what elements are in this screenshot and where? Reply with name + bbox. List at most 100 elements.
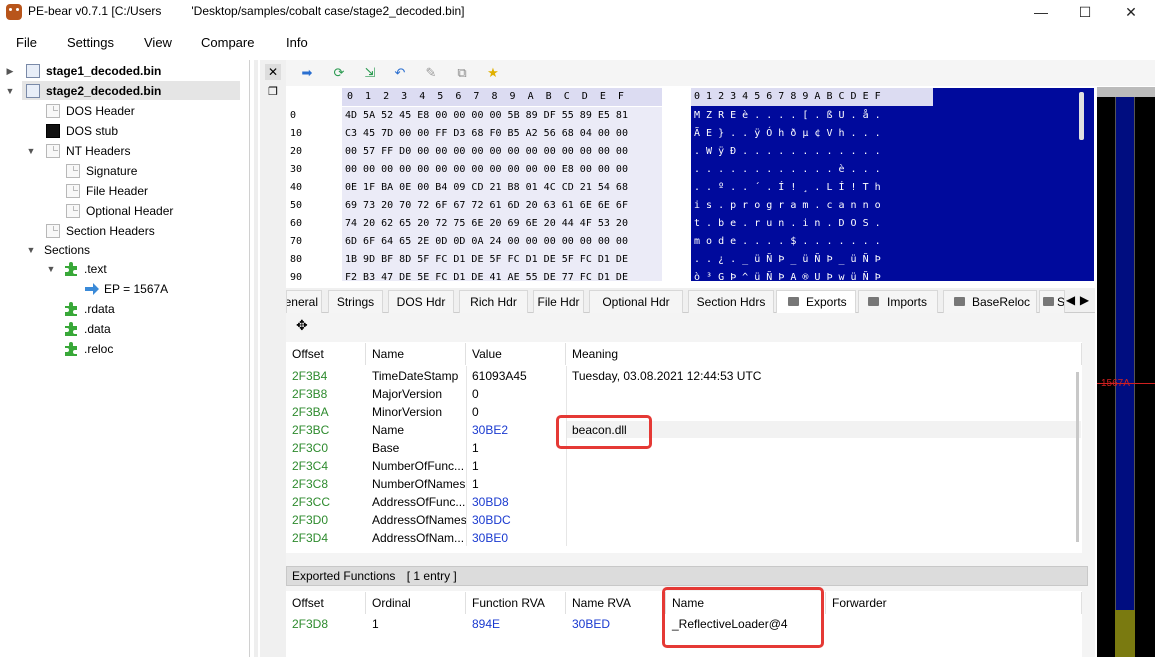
cell-field-name[interactable]: AddressOfNam... <box>366 529 466 547</box>
tab-scroll-left-icon[interactable]: ◀ <box>1064 291 1077 309</box>
cell-meaning[interactable] <box>566 385 1066 403</box>
cell-offset[interactable]: 2F3BA <box>286 403 366 421</box>
cell-meaning[interactable]: Tuesday, 03.08.2021 12:44:53 UTC <box>566 367 1066 385</box>
ascii-row[interactable]: . . º . . ´ . Í ! ¸ . L Í ! T h <box>694 179 1089 197</box>
cell-field-name[interactable]: AddressOfFunc... <box>366 493 466 511</box>
cell-ordinal[interactable]: 1 <box>366 615 466 633</box>
column-header[interactable]: Name RVA <box>566 592 666 614</box>
column-header[interactable]: Offset <box>286 343 366 365</box>
hex-scrollbar[interactable] <box>1079 92 1084 140</box>
ascii-row[interactable]: M Z R E è . . . . [ . ß U . å . <box>694 107 1089 125</box>
hex-row[interactable]: C3 45 7D 00 00 FF D3 68 F0 B5 A2 56 68 0… <box>342 125 662 143</box>
cell-function-rva[interactable]: 894E <box>466 615 566 633</box>
table-scrollbar[interactable] <box>1076 372 1079 542</box>
menu-view[interactable]: View <box>144 35 172 50</box>
ascii-view[interactable]: 0 1 2 3 4 5 6 7 8 9 A B C D E F M Z R E … <box>691 88 1094 281</box>
cell-offset[interactable]: 2F3C8 <box>286 475 366 493</box>
hex-row[interactable]: 00 57 FF D0 00 00 00 00 00 00 00 00 00 0… <box>342 143 662 161</box>
cell-value[interactable]: 30BDC <box>466 511 566 529</box>
cell-field-name[interactable]: Name <box>366 421 466 439</box>
cell-field-name[interactable]: MinorVersion <box>366 403 466 421</box>
tab-file-hdr[interactable]: File Hdr <box>533 290 584 313</box>
cell-meaning[interactable] <box>566 529 1066 547</box>
tab-more[interactable]: Sec <box>1039 290 1065 313</box>
cell-value[interactable]: 0 <box>466 403 566 421</box>
tab-exports[interactable]: Exports <box>776 290 856 314</box>
ascii-row[interactable]: . W ÿ Ð . . . . . . . . . . . . <box>694 143 1089 161</box>
close-panel-icon[interactable]: ✕ <box>265 64 281 80</box>
hex-row[interactable]: 0E 1F BA 0E 00 B4 09 CD 21 B8 01 4C CD 2… <box>342 179 662 197</box>
cell-forwarder[interactable] <box>826 615 1026 633</box>
cell-offset[interactable]: 2F3C4 <box>286 457 366 475</box>
column-header[interactable]: Forwarder <box>826 592 1082 614</box>
tab-section-hdrs[interactable]: Section Hdrs <box>688 290 774 313</box>
tab-general[interactable]: General <box>286 290 322 313</box>
cell-meaning[interactable] <box>566 457 1066 475</box>
undo-icon[interactable]: ↶ <box>391 64 409 82</box>
minimize-button[interactable]: — <box>1018 0 1064 26</box>
cell-offset[interactable]: 2F3D4 <box>286 529 366 547</box>
collapse-arrow-icon[interactable]: ▼ <box>5 81 15 101</box>
column-header[interactable]: Function RVA <box>466 592 566 614</box>
ascii-row[interactable]: . . . . . . . . . . . . è . . . <box>694 161 1089 179</box>
cell-value[interactable]: 30BE2 <box>466 421 566 439</box>
cell-meaning[interactable] <box>566 493 1066 511</box>
tab-strings[interactable]: Strings <box>328 290 383 313</box>
copy-icon[interactable]: ⧉ <box>453 64 471 82</box>
cell-offset[interactable]: 2F3B8 <box>286 385 366 403</box>
cell-value[interactable]: 1 <box>466 475 566 493</box>
cell-offset[interactable]: 2F3CC <box>286 493 366 511</box>
ascii-row[interactable]: m o d e . . . . $ . . . . . . . <box>694 233 1089 251</box>
collapse-arrow-icon[interactable]: ▼ <box>46 259 56 279</box>
expand-arrow-icon[interactable]: ▶ <box>5 61 15 81</box>
hex-row[interactable]: 4D 5A 52 45 E8 00 00 00 00 5B 89 DF 55 8… <box>342 107 662 125</box>
hex-row[interactable]: 69 73 20 70 72 6F 67 72 61 6D 20 63 61 6… <box>342 197 662 215</box>
hex-row[interactable]: 1B 9D BF 8D 5F FC D1 DE 5F FC D1 DE 5F F… <box>342 251 662 269</box>
file-overview-bar[interactable]: 1567A <box>1097 87 1155 657</box>
float-panel-icon[interactable]: ❐ <box>265 84 281 100</box>
menu-info[interactable]: Info <box>286 35 308 50</box>
tab-imports[interactable]: Imports <box>858 290 938 313</box>
hex-row[interactable]: 6D 6F 64 65 2E 0D 0D 0A 24 00 00 00 00 0… <box>342 233 662 251</box>
menu-compare[interactable]: Compare <box>201 35 254 50</box>
cell-name-rva[interactable]: 30BED <box>566 615 666 633</box>
cell-offset[interactable]: 2F3D0 <box>286 511 366 529</box>
ascii-row[interactable]: Ã E } . . ÿ Ó h ð µ ¢ V h . . . <box>694 125 1089 143</box>
hex-row[interactable]: 00 00 00 00 00 00 00 00 00 00 00 00 E8 0… <box>342 161 662 179</box>
column-header[interactable]: Value <box>466 343 566 365</box>
collapse-arrow-icon[interactable]: ▼ <box>26 240 36 260</box>
ascii-row[interactable]: . . ¿ . _ ü Ñ Þ _ ü Ñ Þ _ ü Ñ Þ <box>694 251 1089 269</box>
column-header[interactable]: Ordinal <box>366 592 466 614</box>
cell-offset[interactable]: 2F3B4 <box>286 367 366 385</box>
tab-optional-hdr[interactable]: Optional Hdr <box>589 290 683 313</box>
maximize-button[interactable]: ☐ <box>1062 0 1108 26</box>
refresh-icon[interactable]: ⟳ <box>330 64 348 82</box>
ascii-row[interactable]: t . b e . r u n . i n . D O S . <box>694 215 1089 233</box>
cell-value[interactable]: 30BE0 <box>466 529 566 547</box>
cell-field-name[interactable]: NumberOfNames <box>366 475 466 493</box>
close-button[interactable]: ✕ <box>1108 0 1154 26</box>
goto-icon[interactable]: ➡ <box>298 64 316 82</box>
cell-value[interactable]: 0 <box>466 385 566 403</box>
hex-row[interactable]: F2 B3 47 DE 5E FC D1 DE 41 AE 55 DE 77 F… <box>342 269 662 281</box>
menu-file[interactable]: File <box>16 35 37 50</box>
tab-rich-hdr[interactable]: Rich Hdr <box>459 290 528 313</box>
cell-offset[interactable]: 2F3BC <box>286 421 366 439</box>
tab-dos-hdr[interactable]: DOS Hdr <box>388 290 454 313</box>
cell-offset[interactable]: 2F3D8 <box>286 615 366 633</box>
cell-field-name[interactable]: TimeDateStamp <box>366 367 466 385</box>
pin-icon[interactable]: ✎ <box>422 64 440 82</box>
cell-field-name[interactable]: Base <box>366 439 466 457</box>
tab-basereloc[interactable]: BaseReloc <box>943 290 1037 313</box>
column-header[interactable]: Name <box>366 343 466 365</box>
cell-offset[interactable]: 2F3C0 <box>286 439 366 457</box>
cell-field-name[interactable]: MajorVersion <box>366 385 466 403</box>
cell-value[interactable]: 1 <box>466 457 566 475</box>
tab-scroll-right-icon[interactable]: ▶ <box>1078 291 1091 309</box>
ascii-row[interactable]: i s . p r o g r a m . c a n n o <box>694 197 1089 215</box>
cell-meaning[interactable] <box>566 511 1066 529</box>
column-header[interactable]: Meaning <box>566 343 1082 365</box>
cell-field-name[interactable]: AddressOfNames <box>366 511 466 529</box>
move-icon[interactable]: ✥ <box>296 317 308 334</box>
collapse-arrow-icon[interactable]: ▼ <box>26 141 36 161</box>
